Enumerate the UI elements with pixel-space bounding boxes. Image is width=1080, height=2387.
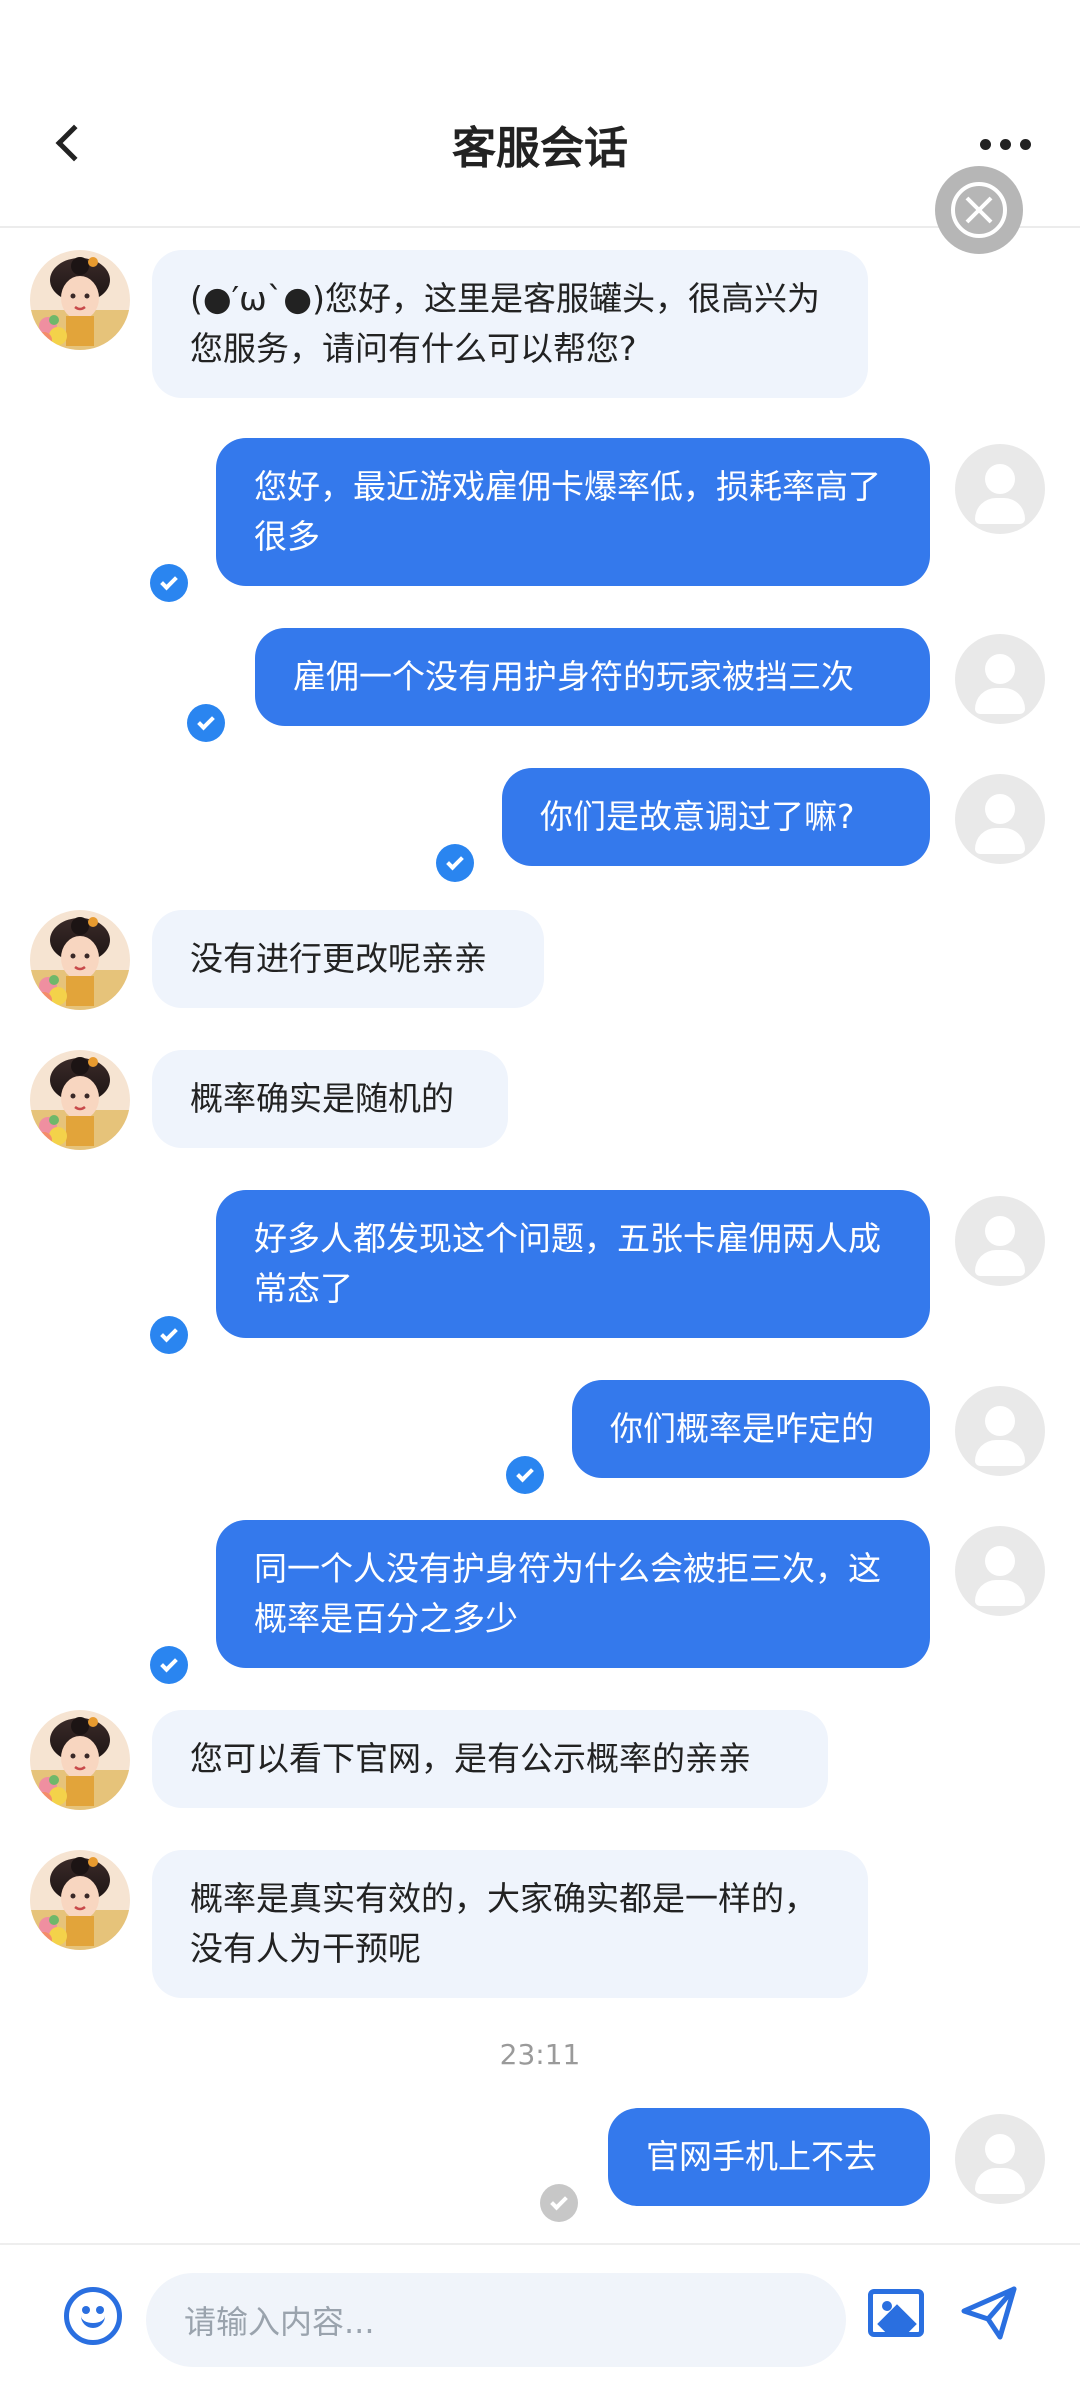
agent-avatar [30,1710,130,1810]
send-icon[interactable] [958,2283,1020,2345]
message-bubble-agent: 概率是真实有效的，大家确实都是一样的，没有人为干预呢 [152,1850,868,1998]
message-bubble-user: 同一个人没有护身符为什么会被拒三次，这概率是百分之多少 [216,1520,930,1668]
message-bubble-agent: 您可以看下官网，是有公示概率的亲亲 [152,1710,828,1808]
user-avatar-icon [955,1386,1045,1476]
header-bar: 客服会话 [0,0,1080,228]
message-bubble-user: 好多人都发现这个问题，五张卡雇佣两人成常态了 [216,1190,930,1338]
agent-avatar [30,250,130,350]
emoji-icon[interactable] [64,2287,122,2345]
message-input[interactable]: 请输入内容... [146,2273,846,2367]
message-bubble-agent: 没有进行更改呢亲亲 [152,910,544,1008]
read-check-icon [506,1456,544,1494]
agent-avatar [30,910,130,1010]
user-avatar-icon [955,2114,1045,2204]
more-icon[interactable] [980,132,1032,156]
sent-check-icon [540,2184,578,2222]
composer-bar: 请输入内容... [0,2243,1080,2387]
read-check-icon [436,844,474,882]
user-avatar-icon [955,1196,1045,1286]
image-icon[interactable] [868,2289,924,2337]
message-bubble-user: 官网手机上不去 [608,2108,930,2206]
message-bubble-agent: (●′ω`●)您好，这里是客服罐头，很高兴为您服务，请问有什么可以帮您? [152,250,868,398]
timestamp: 23:11 [499,2038,581,2071]
message-bubble-user: 你们概率是咋定的 [572,1380,930,1478]
read-check-icon [150,564,188,602]
page-title: 客服会话 [452,123,628,174]
read-check-icon [150,1316,188,1354]
user-avatar-icon [955,774,1045,864]
agent-avatar [30,1850,130,1950]
user-avatar-icon [955,444,1045,534]
user-avatar-icon [955,1526,1045,1616]
message-bubble-agent: 概率确实是随机的 [152,1050,508,1148]
read-check-icon [187,704,225,742]
message-bubble-user: 雇佣一个没有用护身符的玩家被挡三次 [255,628,930,726]
agent-avatar [30,1050,130,1150]
message-bubble-user: 你们是故意调过了嘛? [502,768,930,866]
message-bubble-user: 您好，最近游戏雇佣卡爆率低，损耗率高了很多 [216,438,930,586]
user-avatar-icon [955,634,1045,724]
chat-list: (●′ω`●)您好，这里是客服罐头，很高兴为您服务，请问有什么可以帮您? 您好，… [0,230,1080,2240]
read-check-icon [150,1646,188,1684]
